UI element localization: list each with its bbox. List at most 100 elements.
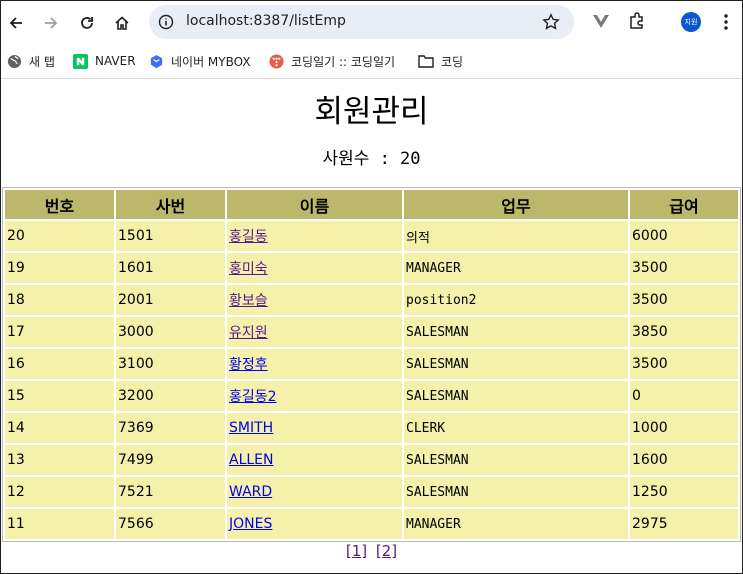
bookmark-naver-mybox[interactable]: 네이버 MYBOX [148,51,251,71]
cell-name: WARD [227,477,402,507]
bookmark-label: 네이버 MYBOX [171,54,251,69]
reload-icon [81,17,93,29]
bookmark-coding-diary[interactable]: 코딩일기 :: 코딩일기 [268,51,395,71]
cell-number: 12 [5,477,114,507]
arrow-right-icon [45,17,58,29]
site-info-icon[interactable] [158,14,174,30]
employee-name-link[interactable]: WARD [229,484,272,500]
employee-name-link[interactable]: 황보슬 [229,293,268,309]
header-job: 업무 [404,190,628,219]
employee-name-link[interactable]: ALLEN [229,452,274,468]
employee-name-link[interactable]: SMITH [229,420,273,436]
page-link-1[interactable]: [1] [346,542,367,560]
profile-label: 지원 [684,18,698,26]
employee-name-link[interactable]: 황정후 [229,357,268,373]
cell-salary: 6000 [630,221,738,251]
globe-icon [6,53,22,69]
cell-job: CLERK [404,413,628,443]
bookmark-label: 코딩 [441,54,464,69]
table-row: 18 2001 황보슬 position2 3500 [5,285,738,315]
cell-salary: 0 [630,381,738,411]
profile-avatar[interactable]: 지원 [681,12,701,32]
cell-number: 17 [5,317,114,347]
bookmarks-bar: 새 탭 NAVER 네이버 MYBOX 코딩일기 :: 코딩일기 코딩 [1,45,742,79]
bookmark-folder-coding[interactable]: 코딩 [418,51,463,71]
cell-name: ALLEN [227,445,402,475]
table-row: 16 3100 황정후 SALESMAN 3500 [5,349,738,379]
table-row: 12 7521 WARD SALESMAN 1250 [5,477,738,507]
mybox-icon [148,53,164,69]
page-content: 회원관리 사원수 : 20 번호 사번 이름 업무 급여 20 1501 홍길동… [1,80,742,574]
bookmark-star-icon[interactable] [542,13,560,31]
vuejs-extension-icon[interactable] [591,11,611,31]
header-name: 이름 [227,190,402,219]
cell-job: SALESMAN [404,477,628,507]
employee-count: 사원수 : 20 [322,149,421,169]
cell-name: SMITH [227,413,402,443]
cell-job: SALESMAN [404,349,628,379]
bookmark-new-tab[interactable]: 새 탭 [6,51,55,71]
cell-job: MANAGER [404,509,628,539]
cell-number: 15 [5,381,114,411]
url-text[interactable]: localhost:8387/listEmp [186,13,346,29]
cell-name: 황보슬 [227,285,402,315]
cell-name: 유지원 [227,317,402,347]
cell-number: 11 [5,509,114,539]
table-row: 20 1501 홍길동 의적 6000 [5,221,738,251]
back-button[interactable] [3,10,29,36]
pagination: [1] [2] [1,542,742,560]
cell-name: 황정후 [227,349,402,379]
extensions-puzzle-icon[interactable] [627,11,647,31]
table-row: 15 3200 홍길동2 SALESMAN 0 [5,381,738,411]
more-vert-icon[interactable] [721,13,731,31]
cell-empno: 1501 [116,221,225,251]
cell-job: 의적 [404,221,628,251]
cell-empno: 3000 [116,317,225,347]
cell-name: 홍길동 [227,221,402,251]
tistory-icon [268,53,284,69]
cell-number: 20 [5,221,114,251]
arrow-left-icon [9,17,22,29]
naver-logo-icon [72,53,88,69]
home-button[interactable] [109,10,135,36]
cell-salary: 3500 [630,253,738,283]
cell-name: JONES [227,509,402,539]
cell-job: SALESMAN [404,317,628,347]
address-bar[interactable]: localhost:8387/listEmp [149,5,574,39]
bookmark-label: 코딩일기 :: 코딩일기 [291,54,396,69]
cell-number: 19 [5,253,114,283]
table-row: 17 3000 유지원 SALESMAN 3850 [5,317,738,347]
cell-job: MANAGER [404,253,628,283]
employee-name-link[interactable]: 홍길동 [229,229,268,245]
cell-name: 홍길동2 [227,381,402,411]
page-link-2[interactable]: [2] [376,542,397,560]
cell-salary: 3850 [630,317,738,347]
cell-salary: 2975 [630,509,738,539]
cell-empno: 7566 [116,509,225,539]
cell-job: SALESMAN [404,381,628,411]
bookmark-naver[interactable]: NAVER [72,51,136,71]
cell-salary: 3500 [630,285,738,315]
cell-job: SALESMAN [404,445,628,475]
bookmark-label: NAVER [95,54,136,68]
cell-empno: 7369 [116,413,225,443]
employee-name-link[interactable]: 홍미숙 [229,261,268,277]
table-row: 14 7369 SMITH CLERK 1000 [5,413,738,443]
employee-name-link[interactable]: 유지원 [229,325,268,341]
header-empno: 사번 [116,190,225,219]
forward-button[interactable] [38,10,64,36]
cell-salary: 1000 [630,413,738,443]
bookmark-label: 새 탭 [29,54,55,69]
cell-empno: 3200 [116,381,225,411]
cell-name: 홍미숙 [227,253,402,283]
page-title: 회원관리 [314,94,429,130]
cell-empno: 3100 [116,349,225,379]
cell-number: 14 [5,413,114,443]
cell-salary: 1250 [630,477,738,507]
cell-empno: 1601 [116,253,225,283]
folder-icon [418,53,434,69]
employee-name-link[interactable]: 홍길동2 [229,389,277,405]
reload-button[interactable] [74,10,100,36]
employee-name-link[interactable]: JONES [229,516,272,532]
cell-empno: 2001 [116,285,225,315]
